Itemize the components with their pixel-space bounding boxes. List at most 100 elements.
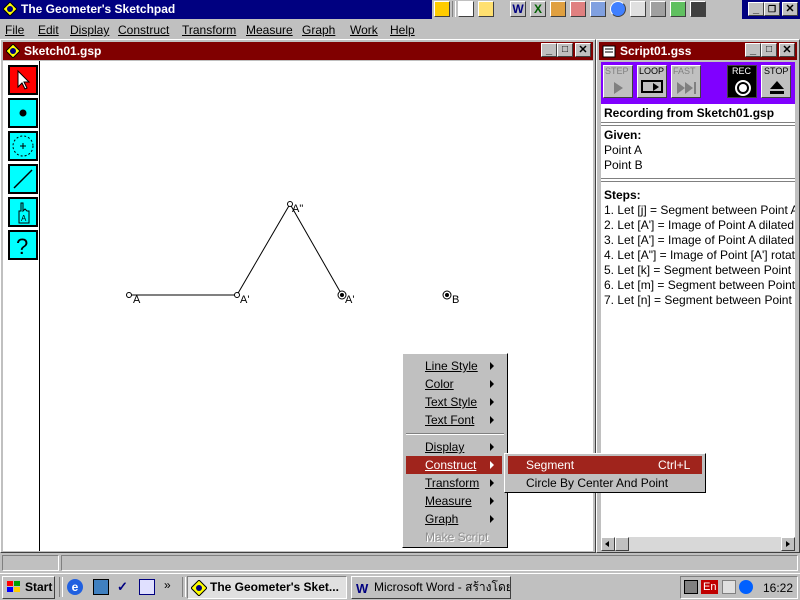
- ie-quicklaunch-icon[interactable]: e: [67, 579, 83, 595]
- scroll-left-button[interactable]: [601, 537, 615, 551]
- language-indicator[interactable]: En: [701, 580, 719, 594]
- menu-item-text-style[interactable]: Text Style: [406, 393, 502, 411]
- script-maximize-button[interactable]: □: [761, 43, 777, 57]
- menu-item-label: Make Script: [425, 530, 489, 544]
- submenu-item-circle-by-center-and-point[interactable]: Circle By Center And Point: [508, 474, 702, 492]
- divider-2: [601, 178, 795, 182]
- menu-item-make-script: Make Script: [406, 528, 502, 546]
- sketch-title-bar[interactable]: Sketch01.gsp _ □ ✕: [3, 42, 593, 60]
- outlook-icon[interactable]: [630, 1, 646, 17]
- menu-item-color[interactable]: Color: [406, 375, 502, 393]
- menu-construct-label: Construct: [118, 23, 170, 37]
- app-minimize-button[interactable]: _: [748, 2, 764, 16]
- internet-explorer-icon[interactable]: [610, 1, 626, 17]
- game-icon[interactable]: [690, 1, 706, 17]
- submenu-arrow-icon: [490, 461, 494, 469]
- quick-launch-divider: [59, 577, 63, 597]
- menu-item-line-style[interactable]: Line Style: [406, 357, 502, 375]
- point-a[interactable]: [126, 292, 132, 298]
- label-a-double-prime[interactable]: A": [292, 203, 303, 215]
- sketch-close-button[interactable]: ✕: [575, 43, 591, 57]
- arrow-tool[interactable]: [8, 65, 38, 95]
- segment-m[interactable]: [289, 203, 343, 296]
- menu-item-graph[interactable]: Graph: [406, 510, 502, 528]
- binder-icon[interactable]: [590, 1, 606, 17]
- desktop-quicklaunch-icon[interactable]: [93, 579, 109, 595]
- info-tool[interactable]: ?: [8, 230, 38, 260]
- submenu-arrow-icon: [490, 497, 494, 505]
- open-folder-icon[interactable]: [478, 1, 494, 17]
- context-menu: Line Style Color Text Style Text Font Di…: [402, 353, 508, 548]
- new-document-icon[interactable]: [458, 1, 474, 17]
- app-close-button[interactable]: ✕: [782, 2, 798, 16]
- sketchpad-app-icon[interactable]: [2, 1, 18, 17]
- word-icon[interactable]: W: [510, 1, 526, 17]
- start-button[interactable]: Start: [2, 576, 55, 599]
- sketch-maximize-button[interactable]: □: [557, 43, 573, 57]
- text-tool[interactable]: A: [8, 197, 38, 227]
- menu-item-transform[interactable]: Transform: [406, 474, 502, 492]
- menu-item-text-font[interactable]: Text Font: [406, 411, 502, 429]
- printer-tray-icon[interactable]: [684, 580, 698, 594]
- step-item: 3. Let [A'] = Image of Point A dilated: [604, 233, 795, 247]
- loop-button[interactable]: LOOP: [637, 65, 667, 98]
- label-a-prime-2[interactable]: A': [345, 294, 354, 306]
- step-item: 5. Let [k] = Segment between Point: [604, 263, 792, 277]
- step-button[interactable]: STEP: [603, 65, 633, 98]
- script-hscrollbar[interactable]: [601, 537, 795, 551]
- submenu-item-segment[interactable]: Segment Ctrl+L: [508, 456, 702, 474]
- label-b[interactable]: B: [452, 294, 459, 306]
- menu-graph-label: Graph: [302, 23, 336, 37]
- point-tool[interactable]: [8, 98, 38, 128]
- script-title-bar[interactable]: Script01.gss _ □ ✕: [599, 42, 797, 60]
- scroll-thumb[interactable]: [615, 537, 629, 551]
- sketch-doc-icon[interactable]: [5, 43, 21, 59]
- record-icon: [735, 80, 751, 96]
- app-title-bar[interactable]: The Geometer's Sketchpad W X _ ❐ ✕: [0, 0, 800, 19]
- scroll-right-button[interactable]: [781, 537, 795, 551]
- label-a[interactable]: A: [133, 294, 140, 306]
- rec-button[interactable]: REC: [727, 65, 757, 98]
- task-sketchpad[interactable]: The Geometer's Sket...: [187, 576, 347, 599]
- script-close-button[interactable]: ✕: [779, 43, 795, 57]
- excel-icon[interactable]: X: [530, 1, 546, 17]
- eject-icon: [770, 81, 784, 94]
- powerpoint-icon[interactable]: [550, 1, 566, 17]
- menu-item-construct[interactable]: Construct: [406, 456, 502, 474]
- more-quicklaunch-icon[interactable]: »: [164, 578, 171, 592]
- toolbox: A ?: [3, 61, 40, 551]
- stop-button[interactable]: STOP: [761, 65, 791, 98]
- menu-item-label: Text Font: [425, 413, 475, 427]
- submenu-arrow-icon: [490, 443, 494, 451]
- arrow-icon: [17, 69, 31, 90]
- publisher-icon[interactable]: [650, 1, 666, 17]
- script-minimize-button[interactable]: _: [745, 43, 761, 57]
- segment-k[interactable]: [236, 203, 291, 296]
- script-doc-icon[interactable]: [602, 44, 616, 58]
- loop-label: LOOP: [639, 66, 665, 76]
- script-title: Script01.gss: [620, 44, 692, 58]
- point-a-prime[interactable]: [234, 292, 240, 298]
- office-icon[interactable]: [434, 1, 450, 17]
- menu-item-display[interactable]: Display: [406, 438, 502, 456]
- tray-icon[interactable]: [722, 580, 736, 594]
- fast-button[interactable]: FAST: [671, 65, 701, 98]
- task-word[interactable]: W Microsoft Word - สร้างโดย...: [351, 576, 511, 599]
- volume-icon[interactable]: [739, 580, 753, 594]
- menu-bar: File Edit Display Construct Transform Me…: [0, 19, 800, 38]
- step-item: 2. Let [A'] = Image of Point A dilated: [604, 218, 795, 232]
- photo-editor-icon[interactable]: [670, 1, 686, 17]
- outlook-quicklaunch-icon[interactable]: [139, 579, 155, 595]
- point-icon: [19, 109, 27, 117]
- channels-quicklaunch-icon[interactable]: ✓: [117, 579, 133, 595]
- sketch-minimize-button[interactable]: _: [541, 43, 557, 57]
- clock[interactable]: 16:22: [763, 581, 793, 595]
- menu-item-measure[interactable]: Measure: [406, 492, 502, 510]
- compass-tool[interactable]: [8, 131, 38, 161]
- play-icon: [614, 82, 623, 94]
- app-maximize-button[interactable]: ❐: [764, 2, 780, 16]
- access-icon[interactable]: [570, 1, 586, 17]
- straightedge-tool[interactable]: [8, 164, 38, 194]
- status-bar: [0, 553, 800, 573]
- label-a-prime[interactable]: A': [240, 294, 249, 306]
